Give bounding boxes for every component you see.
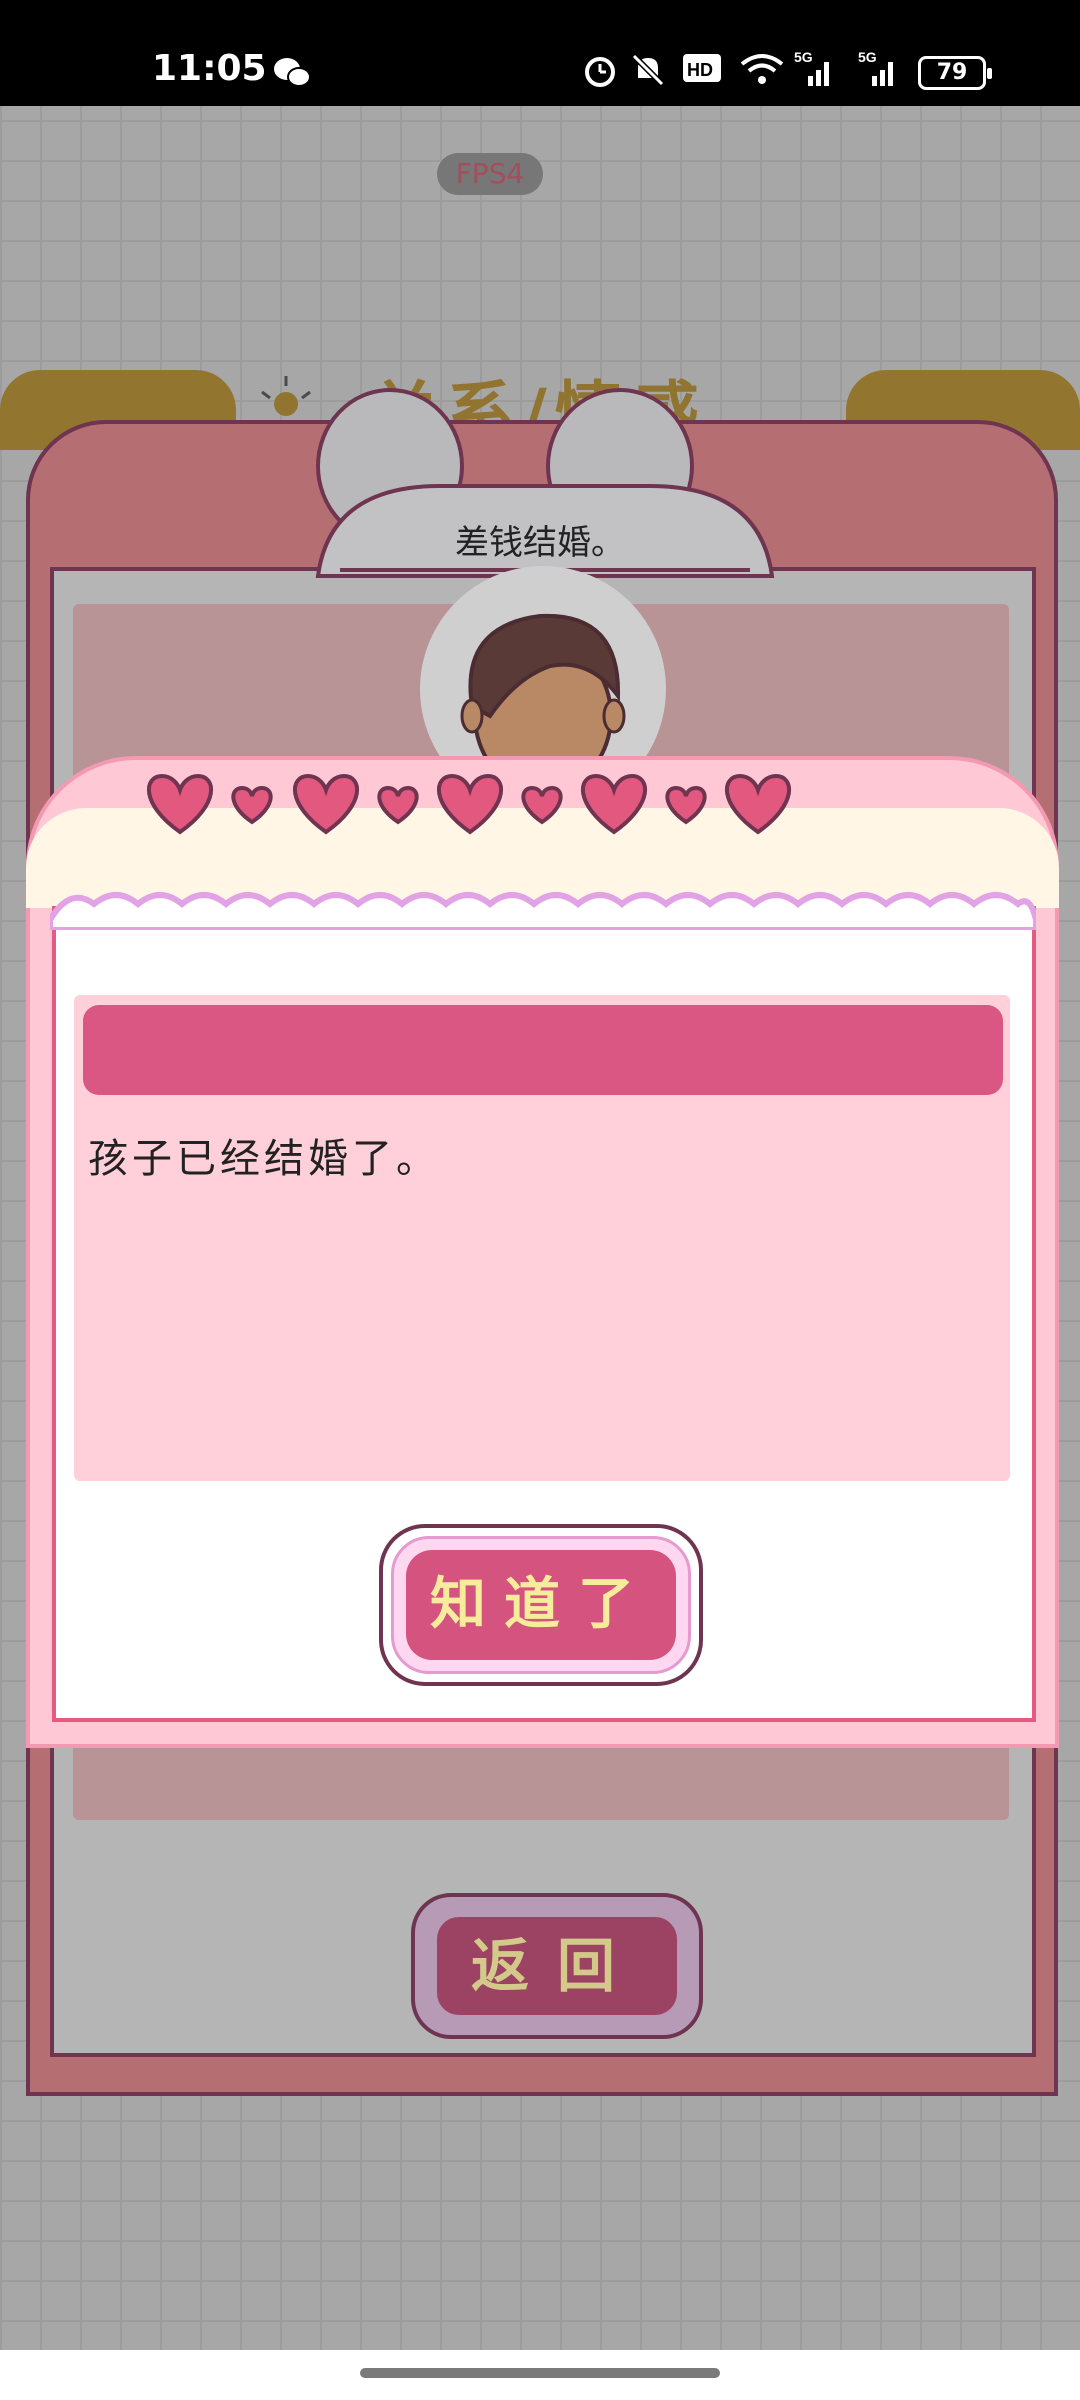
svg-text:5G: 5G bbox=[794, 49, 813, 65]
status-bar: 11:05 HD 5G 5G 79 bbox=[0, 0, 1080, 106]
5g-signal-icon: 5G bbox=[794, 49, 829, 86]
home-indicator[interactable] bbox=[360, 2368, 720, 2378]
wifi-icon bbox=[740, 54, 784, 84]
svg-text:5G: 5G bbox=[858, 49, 877, 65]
mute-icon bbox=[631, 53, 665, 87]
return-button-label: 返回 bbox=[437, 1917, 677, 2015]
dialog-message: 孩子已经结婚了。 bbox=[88, 1136, 440, 1182]
battery-level: 79 bbox=[936, 60, 968, 85]
scallop-edge bbox=[50, 892, 1036, 930]
svg-text:HD: HD bbox=[687, 60, 713, 80]
status-time: 11:05 bbox=[152, 48, 267, 89]
return-button[interactable]: 返回 bbox=[411, 1893, 703, 2039]
hd-icon: HD bbox=[683, 54, 721, 82]
game-screen: 11:05 HD 5G 5G 79 FPS4 关系/情感 差钱结婚。 返回 孩子… bbox=[0, 0, 1080, 2400]
battery-indicator: 79 bbox=[918, 56, 992, 90]
alarm-icon bbox=[585, 57, 615, 87]
message-header-bar bbox=[83, 1005, 1003, 1095]
confirm-button[interactable]: 知道了 bbox=[379, 1524, 703, 1686]
hearts-decoration bbox=[147, 773, 791, 835]
confirm-button-label: 知道了 bbox=[406, 1550, 676, 1660]
wechat-icon bbox=[274, 58, 311, 87]
speech-bubble-text: 差钱结婚。 bbox=[455, 523, 625, 563]
5g-signal-icon: 5G bbox=[858, 49, 893, 86]
